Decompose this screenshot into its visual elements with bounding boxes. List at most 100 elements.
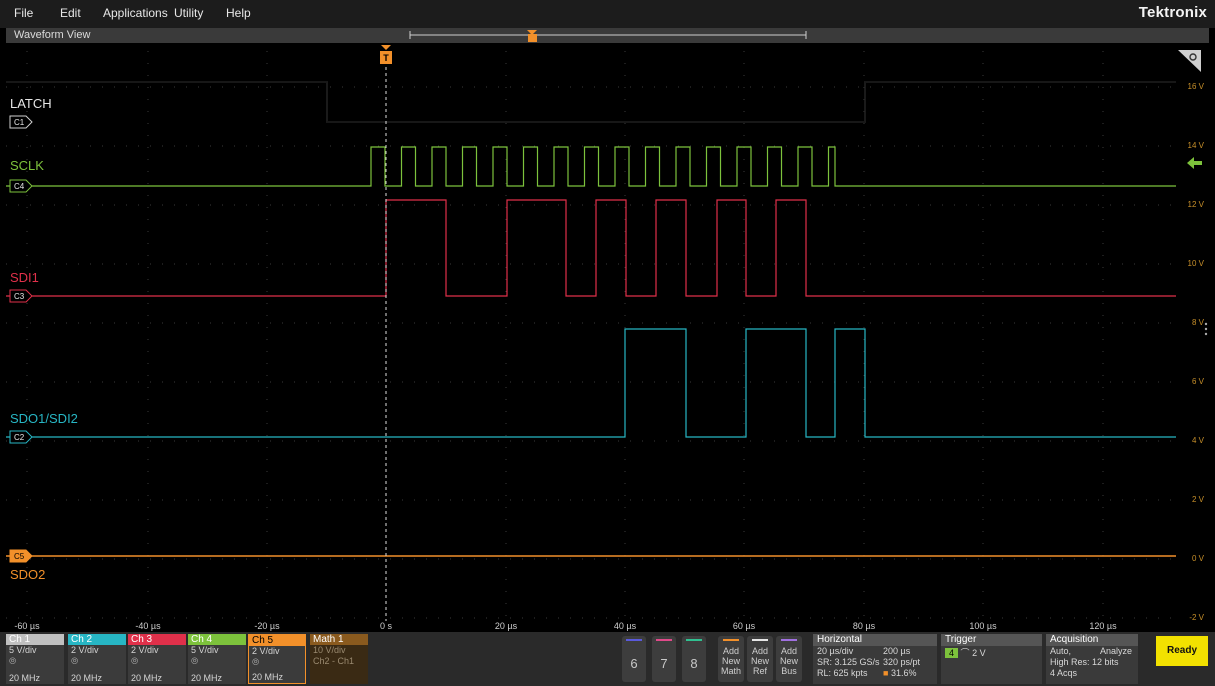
volt-tick-label: 8 V <box>1192 318 1205 327</box>
waveform-label: SDO2 <box>10 567 45 582</box>
trigger-source-badge: 4 <box>945 648 959 658</box>
channel-6-button[interactable]: 6 <box>622 636 646 682</box>
time-tick-label: 120 µs <box>1089 621 1117 631</box>
rising-edge-icon: ⌒ <box>960 648 970 658</box>
channel-6-label: 6 <box>630 656 638 671</box>
channel-8-button[interactable]: 8 <box>682 636 706 682</box>
trigger-arrow-icon <box>381 45 391 50</box>
channel-handle-label: C4 <box>14 182 25 191</box>
time-tick-label: -20 µs <box>254 621 280 631</box>
acq-resolution: High Res: 12 bits <box>1050 657 1119 667</box>
position-percent: 31.6% <box>890 668 917 678</box>
acquisition-panel[interactable]: Acquisition Auto, Analyze High Res: 12 bi… <box>1046 634 1138 684</box>
trigger-panel[interactable]: Trigger 4 ⌒ 2 V <box>941 634 1042 684</box>
channel-badge-scale: 5 V/div <box>191 645 219 655</box>
sdo1-sdi2-trace <box>6 328 1176 438</box>
time-tick-label: 100 µs <box>969 621 997 631</box>
channel-badge-bandwidth: 20 MHz <box>252 672 284 682</box>
menu-utility[interactable]: Utility <box>174 6 203 20</box>
waveform-view-titlebar: Waveform View <box>6 28 1209 43</box>
add-new-ref-button[interactable]: Add New Ref <box>747 636 773 682</box>
trigger-title: Trigger <box>941 634 1042 646</box>
channel-handle-label: C1 <box>14 118 25 127</box>
record-overview[interactable] <box>6 28 1209 43</box>
probe-icon: ⦾ <box>131 656 139 666</box>
volt-tick-label: 0 V <box>1192 554 1205 563</box>
acq-action: Analyze <box>1100 646 1133 656</box>
channel-badge-scale: 2 V/div <box>71 645 99 655</box>
channel-5-badge[interactable]: Ch 52 V/div ⦾ 20 MHz <box>248 634 306 684</box>
waveform-labels: LATCH C1 SCLK C4 SDI1 C3 SDO1/SDI2 C2 SDO2 C5 <box>9 96 78 582</box>
settings-corner-icon[interactable] <box>1178 50 1201 72</box>
channel-4-badge[interactable]: Ch 45 V/div ⦾ 20 MHz <box>188 634 246 684</box>
trigger-level-arrow-icon[interactable] <box>1187 157 1202 169</box>
time-tick-label: 60 µs <box>733 621 756 631</box>
channel-3-badge[interactable]: Ch 32 V/div ⦾ 20 MHz <box>128 634 186 684</box>
menu-file[interactable]: File <box>14 6 33 20</box>
time-tick-label: -60 µs <box>14 621 40 631</box>
volt-tick-label: 12 V <box>1188 200 1205 209</box>
acq-mode: Auto, <box>1050 646 1072 656</box>
channel-badge-title: Ch 5 <box>249 635 305 646</box>
channel-badge-title: Ch 4 <box>188 634 246 645</box>
time-tick-label: 40 µs <box>614 621 637 631</box>
channel-handle-label: C5 <box>14 552 25 561</box>
volt-tick-label: -2 V <box>1189 613 1204 622</box>
probe-icon: ⦾ <box>252 657 260 667</box>
add-new-math-button[interactable]: Add New Math <box>718 636 744 682</box>
waveform-label: SCLK <box>10 158 44 173</box>
menu-help[interactable]: Help <box>226 6 251 20</box>
volt-tick-label: 10 V <box>1188 259 1205 268</box>
sclk-trace <box>6 146 1176 187</box>
channel-badge-scale: 2 V/div <box>131 645 159 655</box>
horizontal-scale: 20 µs/div <box>817 646 854 656</box>
channel-badge-scale: 2 V/div <box>252 646 280 656</box>
channel-7-button[interactable]: 7 <box>652 636 676 682</box>
latch-trace-core <box>6 81 1176 123</box>
add-new-bus-button[interactable]: Add New Bus <box>776 636 802 682</box>
waveform-label: LATCH <box>10 96 52 111</box>
math1-expression: Ch2 - Ch1 <box>313 656 355 666</box>
math1-badge[interactable]: Math 1 10 V/div Ch2 - Ch1 <box>310 634 368 684</box>
time-tick-label: 20 µs <box>495 621 518 631</box>
menu-applications[interactable]: Applications <box>103 6 168 20</box>
trigger-level: 2 V <box>972 648 986 658</box>
time-tick-label: -40 µs <box>135 621 161 631</box>
waveform-canvas[interactable]: LATCH C1 SCLK C4 SDI1 C3 SDO1/SDI2 C2 SDO2 C5 -60… <box>6 43 1209 632</box>
channel-badge-bandwidth: 20 MHz <box>71 673 103 683</box>
acquisition-title: Acquisition <box>1046 634 1138 646</box>
time-tick-label: 0 s <box>380 621 393 631</box>
record-length: RL: 625 kpts <box>817 668 868 678</box>
brand-logo: Tektronix <box>1138 4 1207 21</box>
menu-edit[interactable]: Edit <box>60 6 81 20</box>
channel-handle-label: C3 <box>14 292 25 301</box>
volt-tick-label: 2 V <box>1192 495 1205 504</box>
channel-badge-bandwidth: 20 MHz <box>131 673 163 683</box>
sample-rate: SR: 3.125 GS/s <box>817 657 880 667</box>
horizontal-title: Horizontal <box>813 634 937 646</box>
channel-1-badge[interactable]: Ch 15 V/div ⦾ 20 MHz <box>6 634 64 684</box>
channel-badge-scale: 5 V/div <box>9 645 37 655</box>
probe-icon: ⦾ <box>71 656 79 666</box>
probe-icon: ⦾ <box>191 656 199 666</box>
channel-badge-title: Ch 2 <box>68 634 126 645</box>
volt-tick-label: 4 V <box>1192 436 1205 445</box>
ready-status: Ready <box>1156 636 1208 666</box>
graticule <box>6 51 1176 619</box>
lock-icon: ■ <box>883 668 889 678</box>
latch-trace <box>6 81 1176 123</box>
horizontal-position: 200 µs <box>883 646 911 656</box>
channel-badge-bandwidth: 20 MHz <box>9 673 41 683</box>
channel-badge-title: Ch 1 <box>6 634 64 645</box>
volt-tick-label: 16 V <box>1188 82 1205 91</box>
axis-labels: -60 µs -40 µs -20 µs 0 s 20 µs 40 µs 60 µs 80 µ… <box>14 82 1204 631</box>
waveform-traces <box>6 81 1176 557</box>
horizontal-panel[interactable]: Horizontal 20 µs/div 200 µs SR: 3.125 GS/… <box>813 634 937 684</box>
waveform-display[interactable]: LATCH C1 SCLK C4 SDI1 C3 SDO1/SDI2 C2 SDO2 C5 -60… <box>6 43 1209 632</box>
channel-2-badge[interactable]: Ch 22 V/div ⦾ 20 MHz <box>68 634 126 684</box>
time-resolution: 320 ps/pt <box>883 657 921 667</box>
channel-handle-label: C2 <box>14 433 25 442</box>
channel-badge-title: Ch 3 <box>128 634 186 645</box>
waveform-label: SDO1/SDI2 <box>10 411 78 426</box>
volt-tick-label: 6 V <box>1192 377 1205 386</box>
